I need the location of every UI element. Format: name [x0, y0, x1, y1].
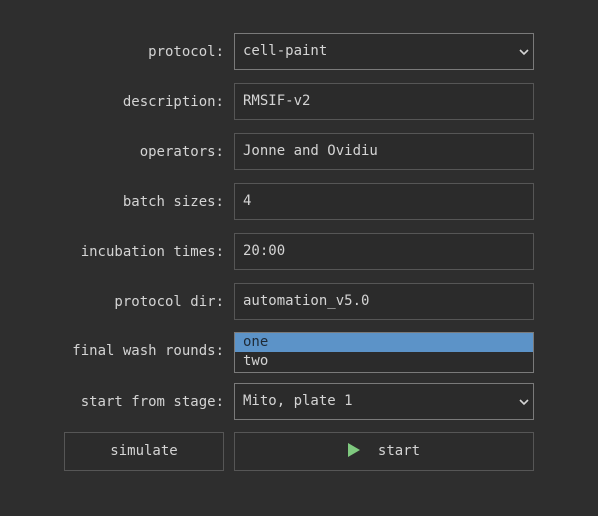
chevron-down-icon: [519, 49, 529, 56]
protocol-dir-input[interactable]: automation_v5.0: [234, 283, 534, 320]
protocol-select[interactable]: cell-paint: [234, 33, 534, 70]
row-protocol: protocol: cell-paint: [0, 33, 598, 71]
option-two[interactable]: two: [235, 352, 533, 371]
description-label: description:: [122, 94, 224, 110]
simulate-button-label: simulate: [110, 443, 178, 459]
row-start-from-stage: start from stage: Mito, plate 1: [0, 383, 598, 421]
play-icon: [347, 442, 360, 457]
simulate-button[interactable]: simulate: [64, 432, 224, 471]
final-wash-rounds-label: final wash rounds:: [72, 343, 224, 359]
incubation-times-input[interactable]: 20:00: [234, 233, 534, 270]
batch-sizes-input[interactable]: 4: [234, 183, 534, 220]
row-final-wash-rounds: final wash rounds: one two: [0, 332, 598, 373]
start-button[interactable]: start: [234, 432, 534, 471]
row-incubation-times: incubation times: 20:00: [0, 233, 598, 271]
description-input[interactable]: RMSIF-v2: [234, 83, 534, 120]
row-actions: simulate start: [0, 432, 598, 472]
operators-input[interactable]: Jonne and Ovidiu: [234, 133, 534, 170]
row-operators: operators: Jonne and Ovidiu: [0, 133, 598, 171]
option-one[interactable]: one: [235, 333, 533, 352]
chevron-down-icon: [519, 399, 529, 406]
row-protocol-dir: protocol dir: automation_v5.0: [0, 283, 598, 321]
operators-label: operators:: [139, 144, 224, 160]
start-from-stage-value: Mito, plate 1: [243, 393, 353, 409]
start-from-stage-select[interactable]: Mito, plate 1: [234, 383, 534, 420]
protocol-label: protocol:: [148, 44, 224, 60]
row-batch-sizes: batch sizes: 4: [0, 183, 598, 221]
final-wash-rounds-listbox[interactable]: one two: [234, 332, 534, 373]
incubation-times-label: incubation times:: [80, 244, 224, 260]
start-button-label: start: [377, 443, 421, 459]
protocol-form: protocol: cell-paint description: RMSIF-…: [0, 0, 598, 516]
protocol-dir-label: protocol dir:: [114, 294, 224, 310]
batch-sizes-label: batch sizes:: [122, 194, 224, 210]
start-from-stage-label: start from stage:: [80, 394, 224, 410]
protocol-select-value: cell-paint: [243, 43, 328, 59]
row-description: description: RMSIF-v2: [0, 83, 598, 121]
